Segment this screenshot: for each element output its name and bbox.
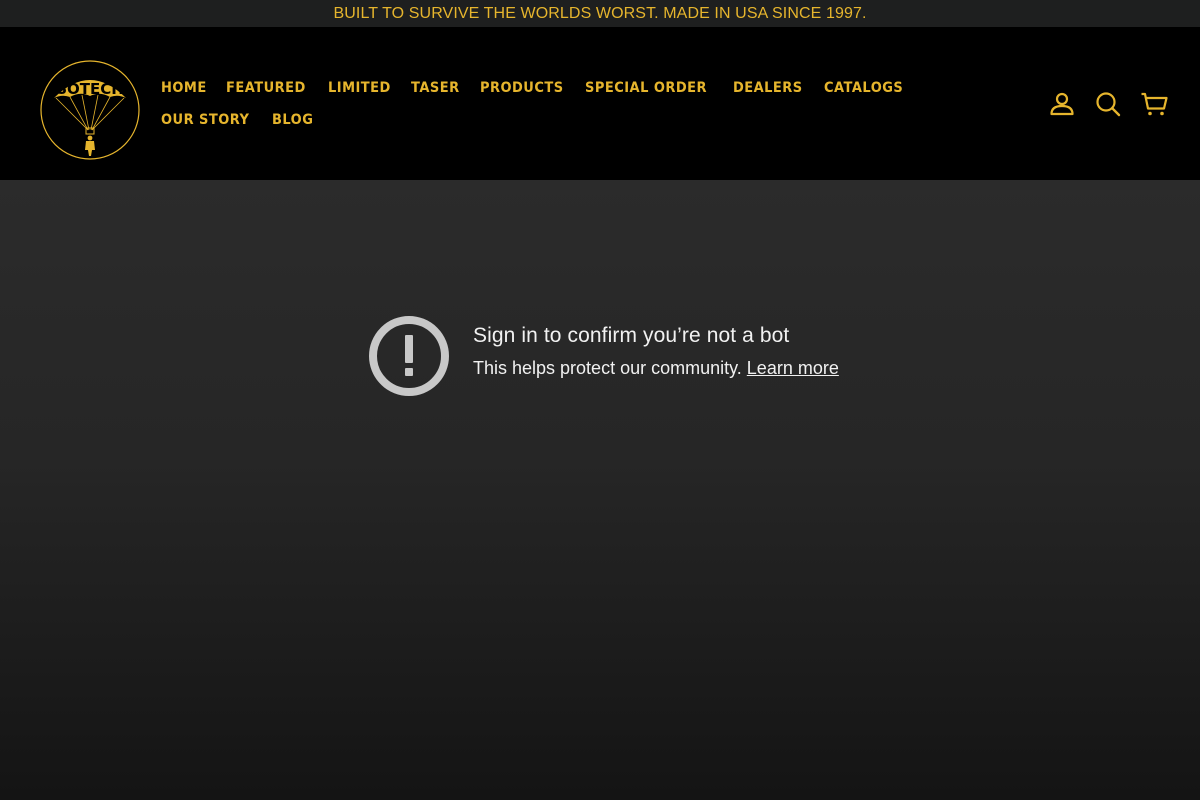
cart-icon[interactable] <box>1140 90 1168 118</box>
nav-item-blog[interactable]: BLOG <box>272 104 313 136</box>
main-nav: HOME FEATURED LIMITED TASER PRODUCTS SPE… <box>161 72 1021 136</box>
nav-item-dealers[interactable]: DEALERS <box>733 72 803 104</box>
nav-item-limited[interactable]: LIMITED <box>328 72 391 104</box>
announcement-text: BUILT TO SURVIVE THE WORLDS WORST. MADE … <box>333 4 867 22</box>
main-content: Sign in to confirm you’re not a bot This… <box>0 180 1200 800</box>
notice-body-text: This helps protect our community. <box>473 358 742 378</box>
exclamation-circle-icon <box>369 316 449 396</box>
announcement-bar: BUILT TO SURVIVE THE WORLDS WORST. MADE … <box>0 0 1200 27</box>
brand-logo[interactable]: SOTECH <box>40 60 140 160</box>
nav-item-special-order[interactable]: SPECIAL ORDER <box>585 72 707 104</box>
notice-title: Sign in to confirm you’re not a bot <box>473 324 790 347</box>
nav-item-products[interactable]: PRODUCTS <box>480 72 564 104</box>
search-icon[interactable] <box>1094 90 1122 118</box>
nav-item-our-story[interactable]: OUR STORY <box>161 104 249 136</box>
bot-check-notice: Sign in to confirm you’re not a bot This… <box>368 315 839 397</box>
notice-text: Sign in to confirm you’re not a bot This… <box>473 324 839 379</box>
nav-item-catalogs[interactable]: CATALOGS <box>824 72 903 104</box>
learn-more-link[interactable]: Learn more <box>747 358 839 378</box>
nav-item-taser[interactable]: TASER <box>411 72 460 104</box>
parachute-logo-icon: SOTECH <box>40 60 140 160</box>
nav-item-home[interactable]: HOME <box>161 72 207 104</box>
notice-body: This helps protect our community. Learn … <box>473 358 839 379</box>
site-header: SOTECH HOME FEATURED LIMITED TASER PRODU… <box>0 27 1200 180</box>
svg-text:SOTECH: SOTECH <box>56 80 124 98</box>
header-icons <box>1048 90 1168 118</box>
nav-item-featured[interactable]: FEATURED <box>226 72 306 104</box>
user-icon[interactable] <box>1048 90 1076 118</box>
